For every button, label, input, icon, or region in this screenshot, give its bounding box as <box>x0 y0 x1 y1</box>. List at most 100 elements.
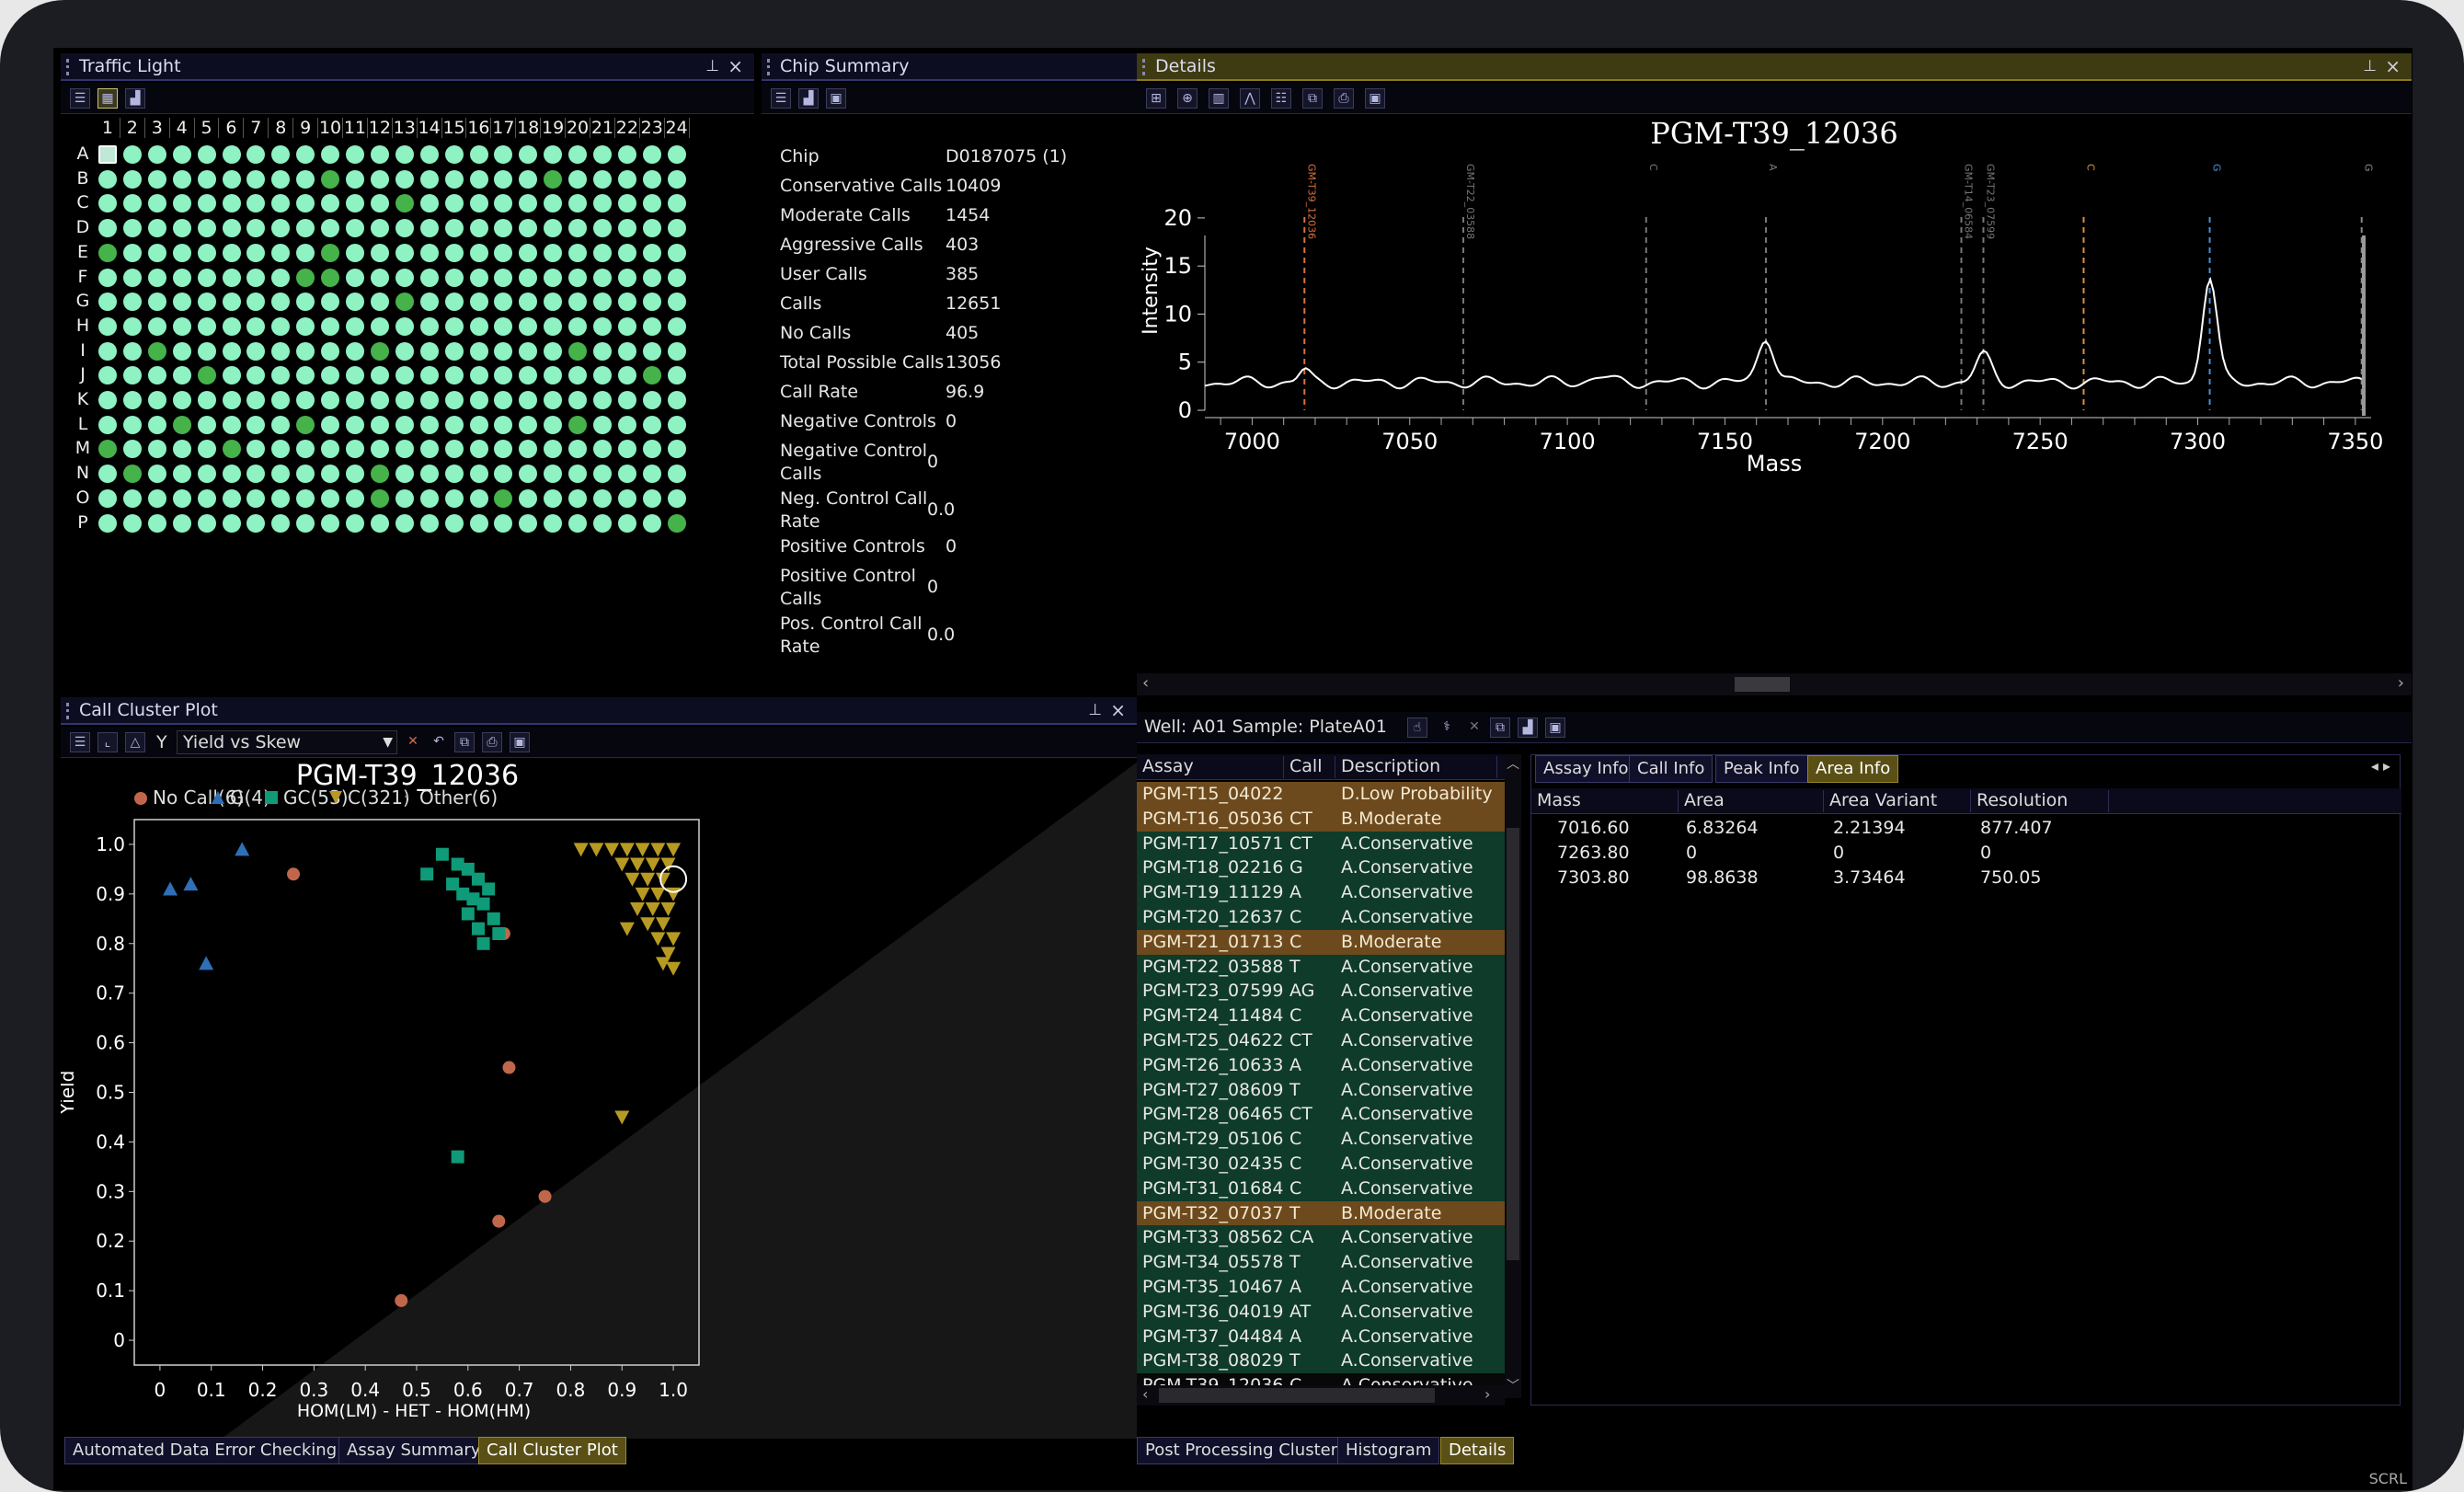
well-cell[interactable] <box>395 268 414 287</box>
well-cell[interactable] <box>568 219 588 238</box>
well-cell[interactable] <box>147 415 166 434</box>
well-cell[interactable] <box>519 219 538 238</box>
well-cell[interactable] <box>296 268 315 287</box>
well-cell[interactable] <box>444 316 464 336</box>
well-cell[interactable] <box>321 194 340 213</box>
well-cell[interactable] <box>296 316 315 336</box>
table-row[interactable]: PGM-T18_02216 G A.Conservative <box>1137 855 1505 881</box>
well-cell[interactable] <box>494 169 513 189</box>
well-cell[interactable] <box>642 366 661 385</box>
well-cell[interactable] <box>642 415 661 434</box>
well-cell[interactable] <box>346 341 364 361</box>
table-row[interactable]: 7303.80 98.8638 3.73464 750.05 <box>1531 866 2359 890</box>
column-header[interactable]: 20 <box>566 118 590 138</box>
well-cell[interactable] <box>122 341 142 361</box>
well-cell[interactable] <box>98 440 117 459</box>
scroll-left-icon[interactable]: ‹ <box>1142 673 1149 693</box>
list-view-icon[interactable]: ☰ <box>771 88 791 109</box>
well-cell[interactable] <box>346 194 364 213</box>
well-cell[interactable] <box>544 513 563 533</box>
well-cell[interactable] <box>519 243 538 262</box>
well-cell[interactable] <box>544 341 563 361</box>
well-cell[interactable] <box>122 391 142 409</box>
well-cell[interactable] <box>147 145 166 164</box>
well-cell[interactable] <box>544 219 563 238</box>
well-cell[interactable] <box>568 145 588 164</box>
well-cell[interactable] <box>271 194 291 213</box>
well-cell[interactable] <box>370 268 389 287</box>
well-cell[interactable] <box>147 440 166 459</box>
well-cell[interactable] <box>617 316 636 336</box>
well-cell[interactable] <box>370 194 389 213</box>
well-cell[interactable] <box>419 440 439 459</box>
well-cell[interactable] <box>246 169 266 189</box>
column-header[interactable]: 6 <box>220 118 245 138</box>
traffic-light-titlebar[interactable]: Traffic Light ⊥ × <box>61 53 754 81</box>
well-cell[interactable] <box>617 513 636 533</box>
well-cell[interactable] <box>617 366 636 385</box>
well-cell[interactable] <box>197 465 216 484</box>
tab-assay-summary[interactable]: Assay Summary <box>338 1437 489 1464</box>
well-cell[interactable] <box>667 194 686 213</box>
well-cell[interactable] <box>222 513 241 533</box>
well-cell[interactable] <box>122 366 142 385</box>
well-cell[interactable] <box>593 440 612 459</box>
well-cell[interactable] <box>147 465 166 484</box>
well-cell[interactable] <box>370 366 389 385</box>
well-cell[interactable] <box>444 513 464 533</box>
hand-icon[interactable]: ☝ <box>1407 717 1427 738</box>
column-header[interactable]: 23 <box>640 118 665 138</box>
well-cell[interactable] <box>544 440 563 459</box>
well-cell[interactable] <box>122 415 142 434</box>
well-cell[interactable] <box>642 341 661 361</box>
well-cell[interactable] <box>246 268 266 287</box>
well-cell[interactable] <box>296 145 315 164</box>
well-cell[interactable] <box>346 488 364 508</box>
tab-assay-info[interactable]: Assay Info <box>1535 755 1637 783</box>
well-cell[interactable] <box>494 391 513 409</box>
well-cell[interactable] <box>246 391 266 409</box>
column-header-call[interactable]: Call <box>1284 756 1335 778</box>
well-cell[interactable] <box>395 293 414 312</box>
table-row[interactable]: PGM-T38_08029 T A.Conservative <box>1137 1349 1505 1374</box>
well-cell[interactable] <box>321 440 340 459</box>
well-cell[interactable] <box>222 243 241 262</box>
well-cell[interactable] <box>147 488 166 508</box>
well-cell[interactable] <box>494 268 513 287</box>
chevron-down-icon[interactable]: ▼ <box>383 731 393 753</box>
well-cell[interactable] <box>419 341 439 361</box>
well-cell[interactable] <box>617 194 636 213</box>
well-cell[interactable] <box>147 366 166 385</box>
well-cell[interactable] <box>444 219 464 238</box>
well-cell[interactable] <box>271 440 291 459</box>
well-cell[interactable] <box>667 513 686 533</box>
well-cell[interactable] <box>642 145 661 164</box>
well-cell[interactable] <box>122 465 142 484</box>
well-cell[interactable] <box>98 169 117 189</box>
well-cell[interactable] <box>370 145 389 164</box>
well-cell[interactable] <box>296 513 315 533</box>
well-cell[interactable] <box>296 415 315 434</box>
well-cell[interactable] <box>667 243 686 262</box>
well-cell[interactable] <box>593 169 612 189</box>
well-cell[interactable] <box>321 513 340 533</box>
well-cell[interactable] <box>346 366 364 385</box>
grid-view-icon[interactable]: ▦ <box>97 88 118 109</box>
well-cell[interactable] <box>222 194 241 213</box>
table-row[interactable]: PGM-T33_08562 CA A.Conservative <box>1137 1225 1505 1251</box>
table-row[interactable]: PGM-T25_04622 CT A.Conservative <box>1137 1028 1505 1053</box>
well-cell[interactable] <box>642 488 661 508</box>
table-row[interactable]: PGM-T24_11484 C A.Conservative <box>1137 1004 1505 1029</box>
scroll-left-icon[interactable]: ‹ <box>1142 1385 1148 1403</box>
well-cell[interactable] <box>98 513 117 533</box>
well-cell[interactable] <box>419 488 439 508</box>
well-cell[interactable] <box>271 341 291 361</box>
row-header[interactable]: B <box>74 168 92 189</box>
well-cell[interactable] <box>469 415 488 434</box>
list-view-icon[interactable]: ☰ <box>70 88 90 109</box>
column-header-resolution[interactable]: Resolution <box>1971 790 2109 812</box>
well-cell[interactable] <box>395 513 414 533</box>
well-cell[interactable] <box>444 391 464 409</box>
scroll-up-icon[interactable]: ︿ <box>1505 754 1521 773</box>
well-cell[interactable] <box>593 243 612 262</box>
